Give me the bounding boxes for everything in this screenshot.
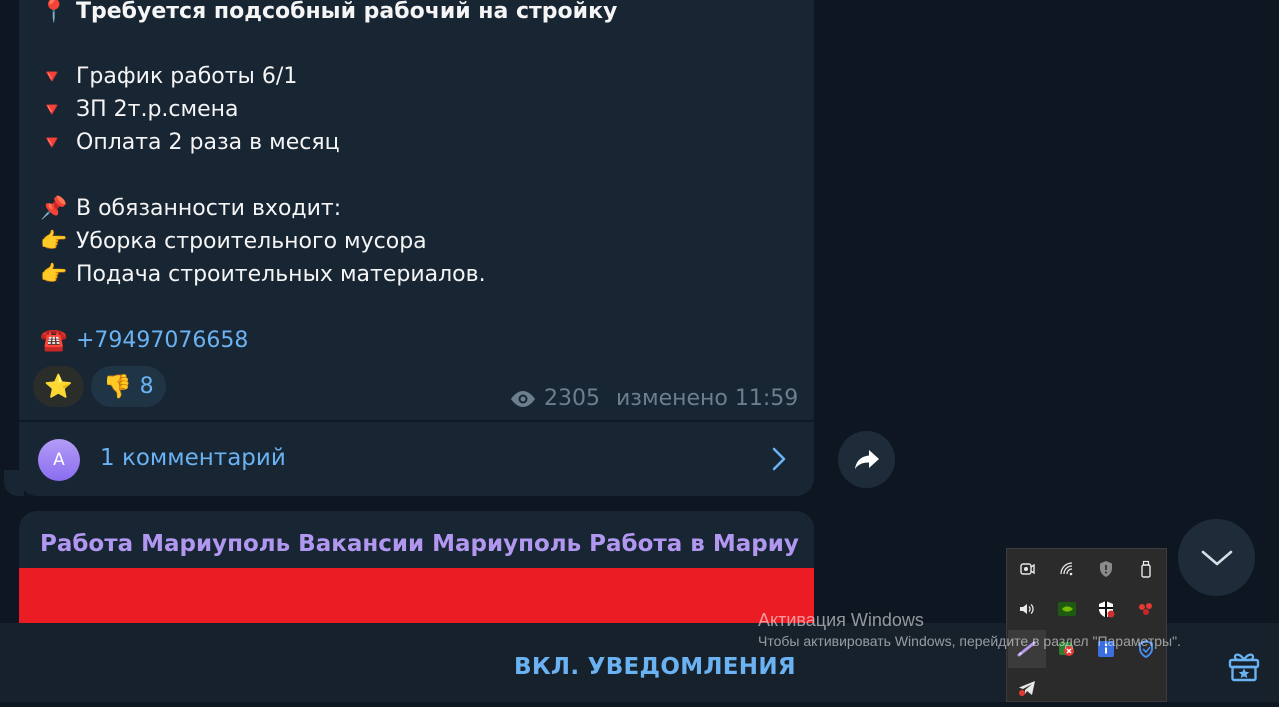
windows-activation-watermark: Активация Windows Чтобы активировать Win…	[758, 610, 1181, 649]
star-icon: ⭐	[44, 374, 73, 400]
phone-line: ☎️ +79497076658	[40, 327, 248, 355]
meet-now-icon[interactable]	[1008, 550, 1046, 588]
thumbs-down-icon: 👎	[103, 374, 132, 400]
channel-name[interactable]: Работа Мариуполь Вакансии Мариуполь Рабо…	[40, 531, 800, 557]
scroll-down-button[interactable]	[1178, 519, 1255, 596]
message-meta: 2305 изменено 11:59	[508, 386, 798, 411]
usb-eject-icon[interactable]	[1127, 550, 1165, 588]
duty-line: 👉 Уборка строительного мусора	[40, 229, 427, 254]
phone-link[interactable]: +79497076658	[76, 328, 248, 353]
watermark-subtitle: Чтобы активировать Windows, перейдите в …	[758, 633, 1181, 649]
pointing-hand-icon: 👉	[40, 262, 68, 287]
comments-label: 1 комментарий	[100, 445, 286, 471]
network-icon[interactable]	[1048, 550, 1086, 588]
security-shield-icon[interactable]	[1087, 550, 1125, 588]
duty-line: 👉 Подача строительных материалов.	[40, 262, 486, 287]
avatar: A	[38, 439, 80, 481]
pointing-hand-icon: 👉	[40, 229, 68, 254]
reaction-thumbs-down[interactable]: 👎 8	[91, 366, 166, 407]
watermark-title: Активация Windows	[758, 610, 924, 630]
comments-button[interactable]: A 1 комментарий	[19, 422, 814, 496]
views-count: 2305	[544, 386, 600, 411]
gift-icon[interactable]	[1226, 647, 1262, 683]
telegram-icon[interactable]	[1008, 669, 1046, 707]
red-triangle-icon: 🔻	[40, 132, 64, 154]
red-triangle-icon: 🔻	[40, 99, 64, 121]
duties-heading: 📌 В обязанности входит:	[40, 196, 342, 221]
pushpin-icon: 📌	[40, 196, 68, 221]
red-triangle-icon: 🔻	[40, 66, 64, 88]
next-message-bubble: Работа Мариуполь Вакансии Мариуполь Рабо…	[19, 511, 814, 631]
bullet-line: 🔻 ЗП 2т.р.смена	[40, 97, 239, 122]
reaction-star[interactable]: ⭐	[33, 366, 84, 407]
post-image[interactable]	[19, 568, 814, 631]
chevron-down-icon	[1201, 550, 1232, 565]
enable-notifications-button[interactable]: ВКЛ. УВЕДОМЛЕНИЯ	[514, 654, 796, 680]
pin-icon: 📍	[40, 0, 68, 24]
edited-time: изменено 11:59	[616, 386, 799, 411]
bullet-line: 🔻 Оплата 2 раза в месяц	[40, 130, 340, 155]
bullet-line: 🔻 График работы 6/1	[40, 64, 298, 89]
eye-icon	[511, 390, 535, 407]
share-arrow-icon	[854, 449, 879, 469]
reaction-count: 8	[139, 374, 154, 399]
telephone-icon: ☎️	[40, 328, 68, 353]
chevron-right-icon	[772, 447, 786, 471]
share-button[interactable]	[838, 431, 895, 488]
post-title: 📍 Требуется подсобный рабочий на стройку	[40, 0, 618, 24]
